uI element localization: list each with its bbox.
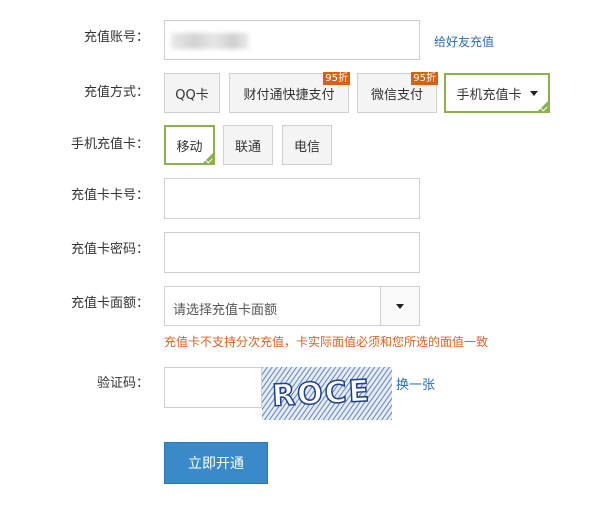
method-tenpay[interactable]: 财付通快捷支付 95折 — [229, 72, 350, 113]
denomination-label: 充值卡面额： — [70, 296, 149, 311]
method-wechat-pay[interactable]: 微信支付 95折 — [357, 72, 438, 113]
captcha-input[interactable] — [164, 367, 262, 408]
captcha-image: ROCE — [262, 367, 392, 420]
method-qq-card[interactable]: QQ卡 — [164, 73, 220, 113]
method-wechat-pay-label: 微信支付 — [370, 87, 423, 103]
captcha-text: ROCE — [271, 374, 372, 414]
caret-down-icon — [396, 303, 404, 309]
carrier-unicom-label: 联通 — [234, 139, 261, 155]
blurred-account-text — [171, 33, 249, 49]
carrier-label: 手机充值卡： — [70, 137, 149, 152]
card-password-label: 充值卡密码： — [70, 242, 149, 257]
method-mobile-card-label: 手机充值卡 — [456, 87, 522, 103]
submit-button[interactable]: 立即开通 — [164, 442, 268, 484]
card-number-label: 充值卡卡号： — [70, 188, 149, 203]
account-input[interactable] — [164, 20, 420, 60]
carrier-telecom[interactable]: 电信 — [282, 125, 332, 165]
card-number-input[interactable] — [164, 178, 420, 219]
gift-recharge-link[interactable]: 给好友充值 — [434, 34, 494, 50]
submit-button-label: 立即开通 — [188, 456, 244, 472]
denomination-dropdown-button[interactable] — [380, 287, 419, 325]
carrier-unicom[interactable]: 联通 — [223, 125, 273, 165]
method-qq-card-label: QQ卡 — [175, 87, 209, 103]
carrier-mobile[interactable]: 移动 — [164, 125, 215, 165]
carrier-telecom-label: 电信 — [293, 139, 320, 155]
discount-badge: 95折 — [411, 72, 438, 85]
denomination-select[interactable]: 请选择充值卡面额 — [164, 286, 420, 326]
method-label: 充值方式： — [83, 85, 149, 100]
denomination-warning: 充值卡不支持分次充值，卡实际面值必须和您所选的面值一致 — [164, 335, 489, 349]
discount-badge: 95折 — [323, 72, 350, 85]
card-password-input[interactable] — [164, 232, 420, 273]
method-mobile-card[interactable]: 手机充值卡 — [444, 73, 550, 113]
caret-down-icon — [529, 90, 538, 96]
captcha-label: 验证码： — [96, 376, 149, 391]
denomination-selected-value: 请选择充值卡面额 — [173, 303, 278, 318]
carrier-mobile-label: 移动 — [176, 139, 203, 155]
account-label: 充值账号： — [83, 30, 149, 45]
method-tenpay-label: 财付通快捷支付 — [243, 87, 335, 103]
captcha-refresh-link[interactable]: 换一张 — [396, 378, 435, 394]
